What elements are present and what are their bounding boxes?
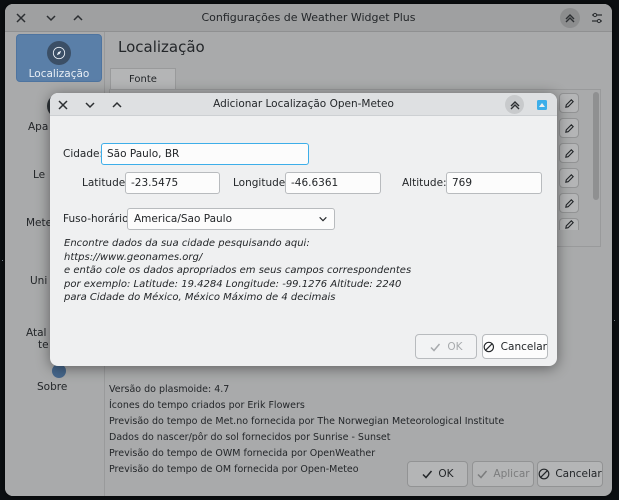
dialog-app-icon[interactable] xyxy=(532,95,551,114)
settings-sliders-icon xyxy=(592,12,602,24)
pencil-icon xyxy=(564,148,574,158)
sidebar-item-sobre[interactable]: Sobre xyxy=(16,362,102,402)
add-location-dialog: Adicionar Localização Open-Meteo Cidade:… xyxy=(50,93,557,366)
weather-app-icon xyxy=(536,99,547,110)
longitude-label: Longitude: xyxy=(233,177,289,189)
info-line: Previsão do tempo de OWM fornecida por O… xyxy=(109,448,376,459)
latitude-input[interactable] xyxy=(125,172,220,194)
altitude-label: Altitude: xyxy=(402,177,447,189)
help-line: para Cidade do México, México Máximo de … xyxy=(64,292,336,303)
info-icon xyxy=(52,364,66,378)
edit-location-button[interactable] xyxy=(559,193,579,213)
pencil-icon xyxy=(564,198,574,208)
geonames-link[interactable]: https://www.geonames.org/ xyxy=(64,251,411,265)
cancel-button[interactable]: Cancelar xyxy=(537,461,603,487)
compass-icon xyxy=(47,41,71,65)
longitude-input[interactable] xyxy=(285,172,381,194)
help-line: por exemplo: Latitude: 19.4284 Longitude… xyxy=(64,278,402,290)
double-chevron-up-icon xyxy=(565,14,575,23)
dialog-ok-button[interactable]: OK xyxy=(415,334,477,359)
dialog-ok-label: OK xyxy=(447,340,463,353)
edit-location-button[interactable] xyxy=(559,118,579,138)
pencil-icon xyxy=(564,220,574,229)
dialog-keep-above-button[interactable] xyxy=(505,95,524,114)
ok-button[interactable]: OK xyxy=(407,461,468,487)
city-input[interactable] xyxy=(101,143,309,165)
cancel-icon xyxy=(483,341,495,352)
pencil-icon xyxy=(564,98,574,108)
help-line: e então cole os dados apropriados em seu… xyxy=(64,265,412,276)
scrollbar-thumb[interactable] xyxy=(593,92,599,200)
double-chevron-up-icon xyxy=(510,100,519,109)
city-label: Cidade: xyxy=(63,148,104,160)
checkmark-icon xyxy=(430,343,441,352)
chevron-down-icon xyxy=(319,216,327,222)
cancel-icon xyxy=(538,468,550,480)
timezone-select[interactable]: America/Sao Paulo xyxy=(127,208,335,230)
page-title: Localização xyxy=(118,38,205,56)
ok-button-label: OK xyxy=(438,468,454,480)
edit-location-button[interactable] xyxy=(559,143,579,163)
dialog-titlebar: Adicionar Localização Open-Meteo xyxy=(50,93,557,116)
info-line: Versão do plasmoide: 4.7 xyxy=(109,384,230,395)
info-line: Dados do nascer/pôr do sol fornecidos po… xyxy=(109,432,391,443)
window-title: Configurações de Weather Widget Plus xyxy=(201,11,416,24)
timezone-value: America/Sao Paulo xyxy=(134,213,233,225)
timezone-label: Fuso-horário: xyxy=(63,213,133,225)
checkmark-icon xyxy=(477,470,488,479)
pencil-icon xyxy=(564,123,574,133)
edit-location-button[interactable] xyxy=(559,93,579,113)
edit-location-button[interactable] xyxy=(559,168,579,188)
cancel-button-label: Cancelar xyxy=(555,468,602,480)
sidebar-item-localizacao[interactable]: Localização xyxy=(16,34,102,82)
keep-above-button[interactable] xyxy=(560,8,580,28)
window-menu-button[interactable] xyxy=(587,8,607,28)
apply-button[interactable]: Aplicar xyxy=(472,461,534,487)
apply-button-label: Aplicar xyxy=(493,468,530,480)
sidebar-item-label: Localização xyxy=(28,68,90,80)
latitude-label: Latitude: xyxy=(82,177,129,189)
info-line: Ícones do tempo criados por Erik Flowers xyxy=(109,400,305,411)
info-line: Previsão do tempo de Met.no fornecida po… xyxy=(109,416,505,427)
help-line: Encontre dados da sua cidade pesquisando… xyxy=(64,238,310,249)
main-titlebar: Configurações de Weather Widget Plus xyxy=(5,4,612,32)
pencil-icon xyxy=(564,173,574,183)
edit-location-button[interactable] xyxy=(559,218,579,230)
list-scrollbar[interactable] xyxy=(592,92,599,242)
dialog-cancel-label: Cancelar xyxy=(500,340,547,353)
sidebar-item-label: Sobre xyxy=(37,381,68,393)
dialog-title: Adicionar Localização Open-Meteo xyxy=(213,98,394,110)
checkmark-icon xyxy=(422,470,433,479)
help-text: Encontre dados da sua cidade pesquisando… xyxy=(64,237,411,305)
tab-fonte[interactable]: Fonte xyxy=(110,68,176,90)
altitude-input[interactable] xyxy=(446,172,542,194)
dialog-cancel-button[interactable]: Cancelar xyxy=(482,334,548,359)
